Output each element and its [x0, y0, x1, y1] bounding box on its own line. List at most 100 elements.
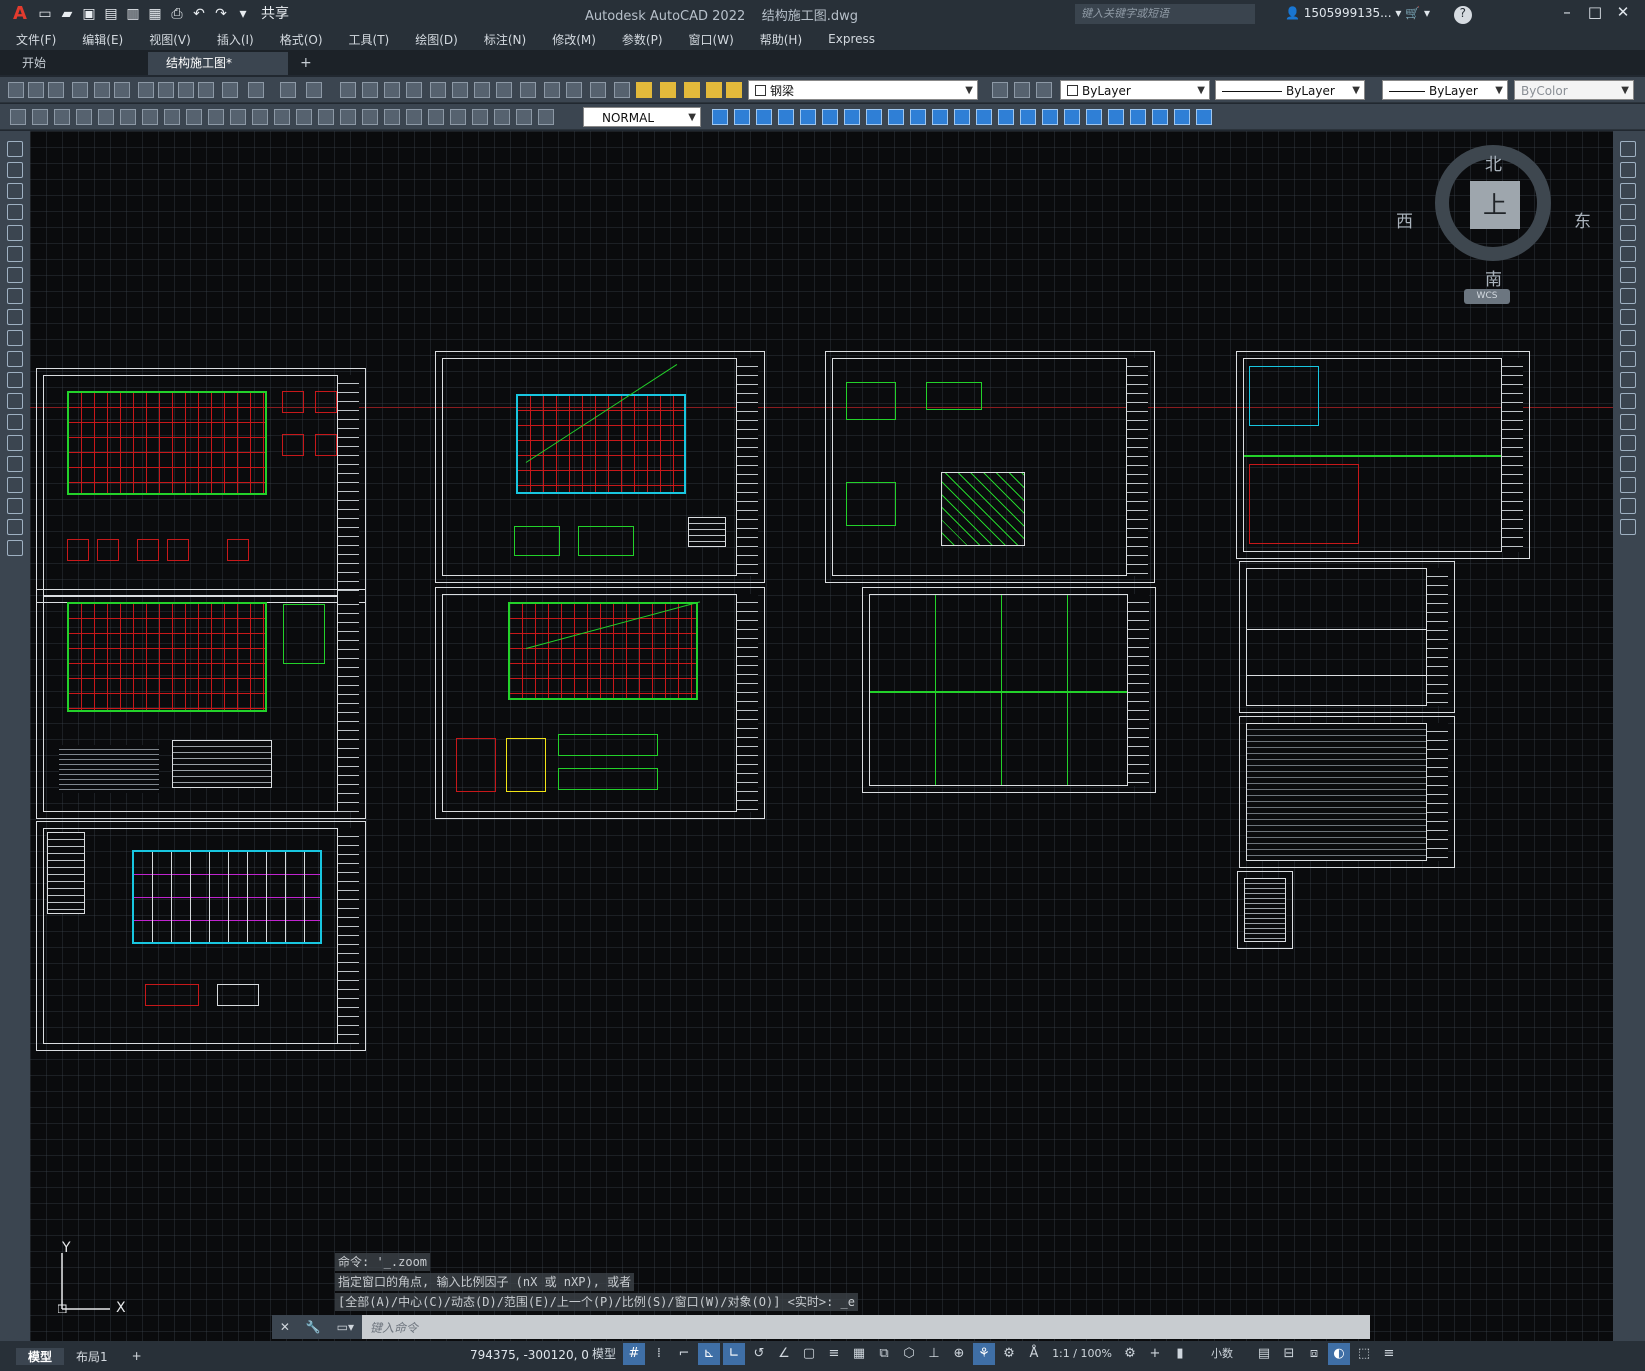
toolbar-button-icon[interactable] [706, 82, 722, 98]
modify-tool-icon[interactable] [1620, 288, 1636, 304]
draw-tool-icon[interactable] [7, 309, 23, 325]
dimension-tool-icon[interactable] [10, 109, 26, 125]
dimension-tool-icon[interactable] [384, 109, 400, 125]
save-web-icon[interactable]: ▦ [145, 5, 165, 23]
draw-tool-icon[interactable] [7, 498, 23, 514]
modify-tool-icon[interactable] [1620, 141, 1636, 157]
toolbar-button-icon[interactable] [280, 82, 296, 98]
isolate-objects-icon[interactable]: ⧈ [1303, 1343, 1325, 1365]
plot-icon[interactable]: ⎙ [167, 5, 187, 23]
draw-tool-icon[interactable] [7, 414, 23, 430]
lock-ui-icon[interactable]: ⊟ [1278, 1343, 1300, 1365]
modify-tool-icon[interactable] [756, 109, 772, 125]
infer-icon[interactable]: ⌐ [673, 1343, 695, 1365]
modify-tool-icon[interactable] [1174, 109, 1190, 125]
modify-tool-icon[interactable] [1620, 498, 1636, 514]
toolbar-button-icon[interactable] [362, 82, 378, 98]
coordinate-readout[interactable]: 794375, -300120, 0 [470, 1348, 589, 1362]
dimension-tool-icon[interactable] [164, 109, 180, 125]
tab-layout1[interactable]: 布局1 [64, 1348, 120, 1365]
draw-tool-icon[interactable] [7, 162, 23, 178]
modify-tool-icon[interactable] [1620, 477, 1636, 493]
draw-tool-icon[interactable] [7, 141, 23, 157]
redo-icon[interactable]: ↷ [211, 5, 231, 23]
annotation-monitor-icon[interactable]: + [1144, 1343, 1166, 1365]
new-file-icon[interactable]: ▭ [35, 5, 55, 23]
drawing-sheet-purlin-details[interactable] [1239, 561, 1455, 713]
menu-parametric[interactable]: 参数(P) [622, 31, 663, 48]
modify-tool-icon[interactable] [1620, 435, 1636, 451]
dimension-tool-icon[interactable] [98, 109, 114, 125]
modify-tool-icon[interactable] [1620, 330, 1636, 346]
draw-tool-icon[interactable] [7, 351, 23, 367]
annotation-scale-icon[interactable]: Å [1023, 1343, 1045, 1365]
dimension-tool-icon[interactable] [516, 109, 532, 125]
draw-tool-icon[interactable] [7, 372, 23, 388]
undo-icon[interactable]: ↶ [189, 5, 209, 23]
drawing-canvas[interactable] [30, 131, 1613, 1341]
close-icon[interactable]: ✕ [1609, 3, 1637, 21]
dimension-tool-icon[interactable] [54, 109, 70, 125]
drawing-sheet-beam-layout[interactable] [435, 587, 765, 819]
toolbar-button-icon[interactable] [48, 82, 64, 98]
dimstyle-dropdown[interactable]: NORMAL ▼ [583, 107, 701, 127]
annotation-scale-value[interactable]: 1:1 / 100% [1048, 1343, 1116, 1365]
units-icon[interactable]: ▮ [1169, 1343, 1191, 1365]
modify-tool-icon[interactable] [1620, 519, 1636, 535]
toolbar-button-icon[interactable] [138, 82, 154, 98]
modify-tool-icon[interactable] [1108, 109, 1124, 125]
ucs-dynamic-icon[interactable]: ⊥ [923, 1343, 945, 1365]
drawing-sheet-stair-details[interactable] [825, 351, 1155, 583]
toolbar-button-icon[interactable] [452, 82, 468, 98]
modify-tool-icon[interactable] [888, 109, 904, 125]
modify-tool-icon[interactable] [1620, 267, 1636, 283]
menu-express[interactable]: Express [828, 32, 875, 46]
close-icon[interactable]: ✕ [280, 1320, 290, 1334]
draw-tool-icon[interactable] [7, 288, 23, 304]
modify-tool-icon[interactable] [1620, 204, 1636, 220]
new-tab-button[interactable]: + [292, 52, 320, 75]
open-web-icon[interactable]: ▥ [123, 5, 143, 23]
modify-tool-icon[interactable] [778, 109, 794, 125]
dimension-tool-icon[interactable] [362, 109, 378, 125]
toolbar-button-icon[interactable] [384, 82, 400, 98]
toolbar-button-icon[interactable] [248, 82, 264, 98]
dimension-tool-icon[interactable] [472, 109, 488, 125]
command-prompt-icon[interactable]: ▭▾ [337, 1320, 354, 1334]
maximize-icon[interactable]: □ [1581, 3, 1609, 21]
minimize-icon[interactable]: – [1553, 3, 1581, 21]
dimension-tool-icon[interactable] [76, 109, 92, 125]
drawing-sheet-node-details[interactable] [1236, 351, 1530, 559]
draw-tool-icon[interactable] [7, 393, 23, 409]
toolbar-button-icon[interactable] [222, 82, 238, 98]
menu-edit[interactable]: 编辑(E) [82, 31, 123, 48]
modify-tool-icon[interactable] [1620, 456, 1636, 472]
modify-tool-icon[interactable] [910, 109, 926, 125]
draw-tool-icon[interactable] [7, 456, 23, 472]
lineweight-icon[interactable]: ≡ [823, 1343, 845, 1365]
dimension-tool-icon[interactable] [142, 109, 158, 125]
hardware-acceleration-icon[interactable]: ◐ [1328, 1343, 1350, 1365]
model-space-toggle[interactable]: 模型 [588, 1343, 620, 1365]
drawing-sheet-roof-framing[interactable] [36, 821, 366, 1051]
draw-tool-icon[interactable] [7, 519, 23, 535]
tab-start[interactable]: 开始 [4, 52, 144, 75]
osnap-icon[interactable]: ▢ [798, 1343, 820, 1365]
drawing-sheet-index[interactable] [1237, 871, 1293, 949]
draw-tool-icon[interactable] [7, 435, 23, 451]
dimension-tool-icon[interactable] [494, 109, 510, 125]
help-icon[interactable]: ? [1453, 6, 1472, 24]
dimension-tool-icon[interactable] [186, 109, 202, 125]
viewcube-west[interactable]: 西 [1396, 207, 1413, 232]
dimension-tool-icon[interactable] [340, 109, 356, 125]
layer-dropdown[interactable]: 钢梁 ▼ [748, 80, 978, 100]
draw-tool-icon[interactable] [7, 225, 23, 241]
draw-tool-icon[interactable] [7, 540, 23, 556]
dimension-tool-icon[interactable] [318, 109, 334, 125]
drawing-sheet-foundation-plan[interactable] [36, 368, 366, 603]
toolbar-button-icon[interactable] [430, 82, 446, 98]
modify-tool-icon[interactable] [844, 109, 860, 125]
modify-tool-icon[interactable] [1620, 414, 1636, 430]
customize-menu-icon[interactable]: ≡ [1378, 1343, 1400, 1365]
selection-cycle-icon[interactable]: ⧉ [873, 1343, 895, 1365]
